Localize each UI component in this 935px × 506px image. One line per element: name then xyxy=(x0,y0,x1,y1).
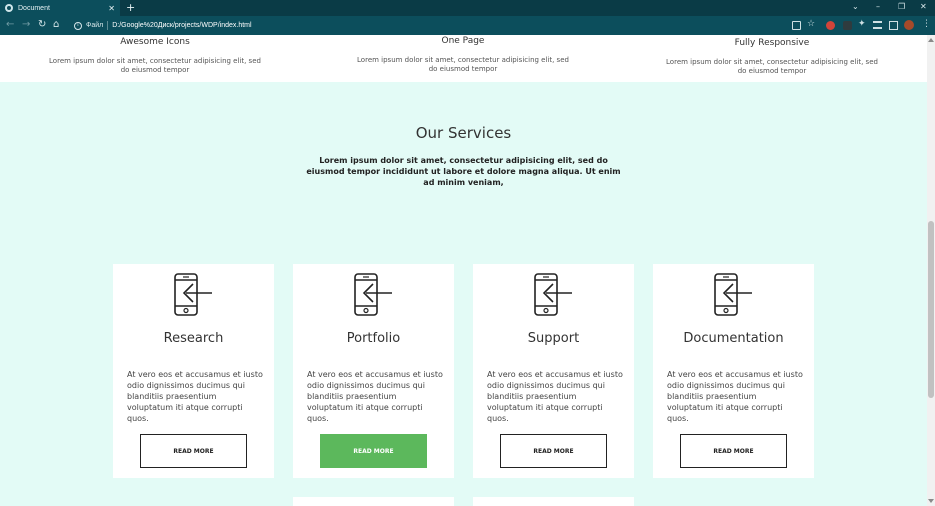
page-scrollbar[interactable] xyxy=(927,35,935,506)
card-title: Portfolio xyxy=(346,331,401,346)
read-more-button[interactable]: READ MORE xyxy=(320,434,427,468)
profile-avatar[interactable] xyxy=(904,20,914,30)
globe-icon xyxy=(5,4,13,12)
browser-menu-icon[interactable]: ⋮ xyxy=(922,19,931,29)
service-card-next-row xyxy=(473,497,634,506)
card-title: Research xyxy=(163,331,224,346)
feature-title: Fully Responsive xyxy=(734,38,810,48)
browser-toolbar: ← → ↻ ⌂ i Файл D:/Google%20Диск/projects… xyxy=(0,16,935,35)
feature-text: Lorem ipsum dolor sit amet, consectetur … xyxy=(357,56,569,73)
read-more-button[interactable]: READ MORE xyxy=(500,434,607,468)
service-card-portfolio: Portfolio At vero eos et accusamus et iu… xyxy=(293,264,454,478)
new-tab-button[interactable]: + xyxy=(126,1,135,15)
read-more-button[interactable]: READ MORE xyxy=(140,434,247,468)
tab-close-icon[interactable]: ✕ xyxy=(108,4,115,13)
scroll-down-arrow-icon[interactable] xyxy=(928,499,934,503)
services-title: Our Services xyxy=(415,124,512,142)
browser-tab-bar: Document ✕ + ⌄ – ❐ ✕ xyxy=(0,0,935,16)
reload-button[interactable]: ↻ xyxy=(38,19,46,31)
phone-login-icon xyxy=(174,273,212,316)
address-bar[interactable]: i Файл D:/Google%20Диск/projects/WDP/ind… xyxy=(66,18,786,33)
browser-tab[interactable]: Document ✕ xyxy=(0,0,120,16)
home-button[interactable]: ⌂ xyxy=(53,19,59,31)
phone-login-icon xyxy=(354,273,392,316)
services-lead: Lorem ipsum dolor sit amet, consectetur … xyxy=(306,156,621,187)
reading-list-icon[interactable] xyxy=(873,21,882,29)
feature-fully-responsive: Fully Responsive Lorem ipsum dolor sit a… xyxy=(662,38,882,76)
address-scheme-label: Файл xyxy=(86,22,104,29)
restore-button[interactable]: ❐ xyxy=(898,1,905,13)
card-text: At vero eos et accusamus et iusto odio d… xyxy=(127,370,263,423)
card-text: At vero eos et accusamus et iusto odio d… xyxy=(667,370,803,423)
forward-button[interactable]: → xyxy=(22,19,30,31)
side-panel-icon[interactable] xyxy=(889,21,898,30)
feature-title: One Page xyxy=(441,36,485,46)
service-card-support: Support At vero eos et accusamus et iust… xyxy=(473,264,634,478)
feature-text: Lorem ipsum dolor sit amet, consectetur … xyxy=(49,57,261,74)
share-icon[interactable] xyxy=(792,21,801,30)
address-url[interactable]: D:/Google%20Диск/projects/WDP/index.html xyxy=(112,22,251,29)
service-card-research: Research At vero eos et accusamus et ius… xyxy=(113,264,274,478)
tab-title: Document xyxy=(18,4,50,12)
service-card-next-row xyxy=(293,497,454,506)
feature-awesome-icons: Awesome Icons Lorem ipsum dolor sit amet… xyxy=(45,37,265,75)
card-text: At vero eos et accusamus et iusto odio d… xyxy=(487,370,623,423)
phone-login-icon xyxy=(714,273,752,316)
address-divider xyxy=(107,21,109,30)
tab-search-dropdown-icon[interactable]: ⌄ xyxy=(852,1,859,13)
minimize-button[interactable]: – xyxy=(876,1,880,13)
close-window-button[interactable]: ✕ xyxy=(920,1,927,13)
service-card-documentation: Documentation At vero eos et accusamus e… xyxy=(653,264,814,478)
bookmark-star-icon[interactable]: ☆ xyxy=(807,20,815,29)
feature-title: Awesome Icons xyxy=(120,37,190,47)
extensions-puzzle-icon[interactable]: ✦ xyxy=(858,20,866,29)
features-section: Awesome Icons Lorem ipsum dolor sit amet… xyxy=(0,35,927,82)
feature-text: Lorem ipsum dolor sit amet, consectetur … xyxy=(666,58,878,75)
adblock-extension-icon[interactable] xyxy=(826,21,835,30)
phone-login-icon xyxy=(534,273,572,316)
card-text: At vero eos et accusamus et iusto odio d… xyxy=(307,370,443,423)
card-title: Support xyxy=(527,331,580,346)
info-icon[interactable]: i xyxy=(74,21,82,30)
back-button[interactable]: ← xyxy=(6,19,14,31)
shield-extension-icon[interactable] xyxy=(843,21,852,30)
feature-one-page: One Page Lorem ipsum dolor sit amet, con… xyxy=(353,36,573,74)
read-more-button[interactable]: READ MORE xyxy=(680,434,787,468)
scroll-up-arrow-icon[interactable] xyxy=(928,38,934,42)
card-title: Documentation xyxy=(683,331,784,346)
scrollbar-thumb[interactable] xyxy=(928,221,934,398)
